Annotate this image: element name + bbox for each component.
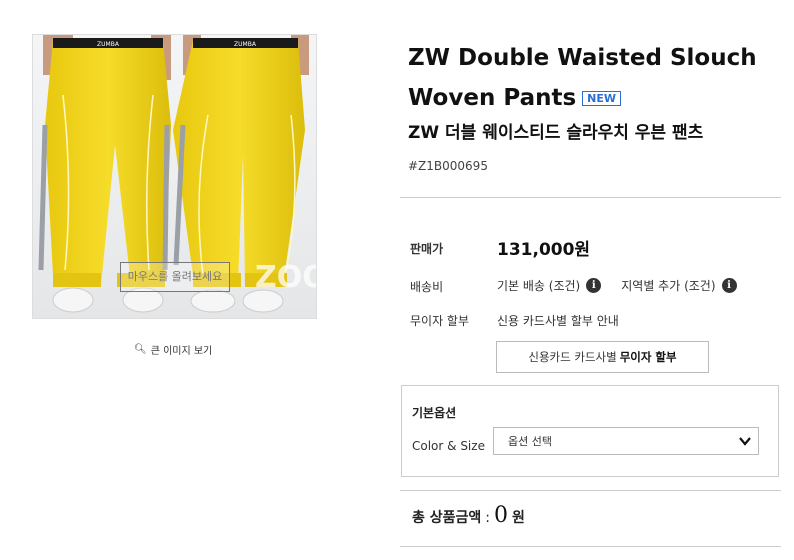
- zoom-image-link[interactable]: 🔍︎ 큰 이미지 보기: [134, 342, 212, 357]
- price-value-row: 131,000원: [497, 235, 590, 260]
- product-title: ZW Double Waisted Slouch Woven Pants NEW: [408, 38, 778, 118]
- total-price: 총 상품금액 : 0 원: [412, 503, 525, 528]
- waistband-text-left: ZUMBA: [97, 41, 120, 48]
- installment-button-prefix: 신용카드 카드사별: [528, 350, 617, 364]
- divider: [400, 490, 781, 491]
- installment-info: 신용 카드사별 할부 안내: [497, 312, 619, 329]
- watermark-text: ZOO: [255, 260, 317, 295]
- shipping-label: 배송비: [410, 280, 444, 294]
- installment-button-bold: 무이자 할부: [619, 350, 677, 364]
- total-separator: :: [485, 510, 490, 526]
- option-box: 기본옵션 Color & Size 옵션 선택: [401, 385, 779, 477]
- price-label: 판매가: [410, 242, 444, 256]
- chevron-down-icon: [739, 437, 751, 446]
- option-section-title: 기본옵션: [412, 406, 457, 420]
- price-value: 131,000원: [497, 240, 591, 260]
- divider: [400, 546, 781, 547]
- installment-guide-button[interactable]: 신용카드 카드사별 무이자 할부: [496, 341, 709, 373]
- shipping-basic: 기본 배송 (조건): [497, 279, 581, 293]
- shipping-regional: 지역별 추가 (조건): [621, 279, 716, 293]
- new-badge: NEW: [582, 91, 622, 106]
- select-value: 옵션 선택: [508, 435, 552, 448]
- product-subtitle: ZW 더블 웨이스티드 슬라우치 우븐 팬츠: [408, 123, 704, 143]
- total-label: 총 상품금액: [412, 510, 482, 526]
- divider: [400, 197, 781, 198]
- color-size-label: Color & Size: [412, 439, 485, 453]
- magnifier-icon: 🔍︎: [134, 344, 147, 355]
- shipping-value-row: 기본 배송 (조건) i 지역별 추가 (조건) i: [497, 277, 737, 294]
- color-size-select[interactable]: 옵션 선택: [493, 427, 759, 455]
- installment-info-text: 신용 카드사별 할부 안내: [497, 314, 619, 328]
- total-amount: 0: [494, 503, 508, 528]
- image-hover-hint: 마우스를 올려보세요: [120, 262, 230, 292]
- info-icon[interactable]: i: [586, 278, 602, 293]
- installment-label: 무이자 할부: [410, 314, 470, 328]
- product-code: #Z1B000695: [408, 159, 488, 173]
- total-unit: 원: [512, 510, 525, 526]
- info-icon[interactable]: i: [721, 278, 737, 293]
- zoom-image-label: 큰 이미지 보기: [150, 346, 213, 357]
- waistband-text-right: ZUMBA: [234, 41, 257, 48]
